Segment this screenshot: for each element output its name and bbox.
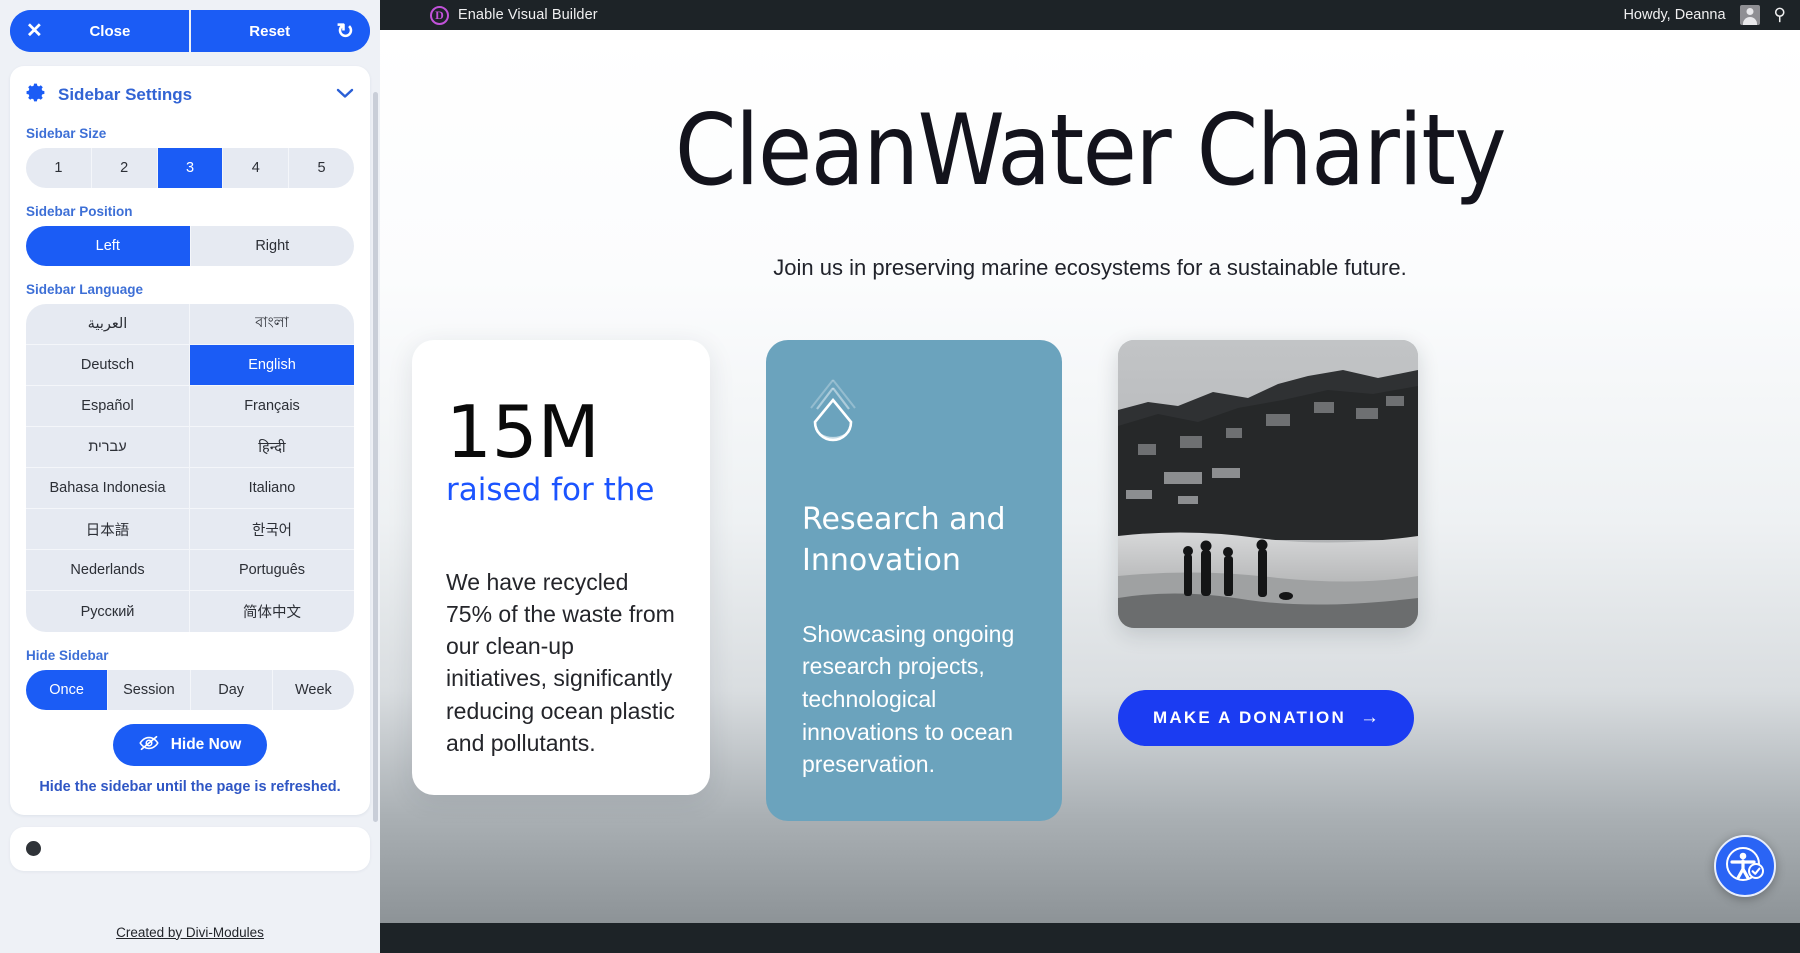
panel-scrollbar[interactable] — [373, 52, 378, 911]
language-option-12[interactable]: Nederlands — [26, 550, 190, 591]
sidebar-size-label: Sidebar Size — [26, 126, 107, 141]
accessibility-widget-button[interactable] — [1714, 835, 1776, 897]
size-option-3[interactable]: 3 — [157, 148, 224, 188]
language-option-6[interactable]: עברית — [26, 427, 190, 468]
language-option-13[interactable]: Português — [190, 550, 354, 591]
cards-row: 15M raised for the We have recycled 75% … — [380, 340, 1800, 822]
size-option-2[interactable]: 2 — [91, 148, 158, 188]
water-drop-icon — [802, 378, 1030, 459]
sidebar-size-options: 12345 — [26, 148, 354, 188]
coastline-photo — [1118, 340, 1418, 628]
scrollbar-thumb[interactable] — [373, 92, 378, 822]
divi-logo-icon: D — [430, 5, 449, 25]
hide-now-button[interactable]: Hide Now — [112, 724, 268, 766]
sidebar-position-label: Sidebar Position — [26, 204, 133, 219]
hero-subtitle: Join us in preserving marine ecosystems … — [773, 254, 1407, 280]
close-x-icon: ✕ — [26, 20, 43, 42]
make-a-donation-button[interactable]: MAKE A DONATION → — [1118, 690, 1414, 746]
gear-icon — [26, 82, 47, 108]
hide-sidebar-hint: Hide the sidebar until the page is refre… — [39, 779, 341, 795]
sidebar-position-options: Left Right — [26, 226, 354, 266]
adminbar-right-group: Howdy, Deanna ⚲ — [1623, 5, 1800, 25]
panel-scroll-area: Sidebar Settings Sidebar Size 12345 Side… — [0, 52, 380, 911]
panel-topbar: ✕ Close Reset ↻ — [0, 0, 380, 52]
close-button[interactable]: ✕ Close — [10, 10, 189, 52]
hide-option-day[interactable]: Day — [190, 670, 273, 710]
language-option-15[interactable]: 简体中文 — [190, 591, 354, 632]
page-title: CleanWater Charity — [674, 94, 1507, 208]
size-option-4[interactable]: 4 — [223, 148, 290, 188]
hide-sidebar-label: Hide Sidebar — [26, 648, 109, 663]
hide-now-wrap: Hide Now — [26, 724, 354, 766]
reset-button[interactable]: Reset ↻ — [191, 10, 370, 52]
language-option-0[interactable]: العربية — [26, 304, 190, 345]
sidebar-settings-card: Sidebar Settings Sidebar Size 12345 Side… — [10, 66, 370, 815]
position-option-left[interactable]: Left — [26, 226, 191, 266]
research-card-title: Research and Innovation — [802, 502, 1006, 579]
sidebar-language-label: Sidebar Language — [26, 282, 144, 297]
adminbar-left-group: D Enable Visual Builder — [430, 5, 598, 25]
chevron-down-icon[interactable] — [336, 86, 354, 104]
panel-footer: Created by Divi-Modules — [0, 911, 380, 953]
enable-visual-builder-link[interactable]: Enable Visual Builder — [458, 7, 598, 23]
sidebar-settings-panel: ✕ Close Reset ↻ Sidebar Settings Sidebar… — [0, 0, 380, 953]
research-card: Research and Innovation Showcasing ongoi… — [766, 340, 1062, 822]
accessibility-icon — [1726, 847, 1764, 881]
arrow-right-icon: → — [1359, 707, 1379, 728]
hide-option-session[interactable]: Session — [108, 670, 191, 710]
hide-now-label: Hide Now — [170, 736, 242, 753]
language-option-5[interactable]: Français — [190, 386, 354, 427]
avatar[interactable] — [1739, 5, 1760, 25]
language-option-7[interactable]: हिन्दी — [190, 427, 354, 468]
panel-topbar-buttons: ✕ Close Reset ↻ — [10, 10, 370, 52]
stat-card: 15M raised for the We have recycled 75% … — [412, 340, 710, 795]
created-by-link[interactable]: Created by Divi-Modules — [116, 925, 264, 940]
stat-number: 15M — [446, 390, 600, 474]
language-option-1[interactable]: বাংলা — [190, 304, 354, 345]
reset-undo-icon: ↻ — [336, 19, 354, 43]
donate-label: MAKE A DONATION — [1153, 708, 1346, 727]
reset-button-label: Reset — [249, 22, 291, 40]
language-option-9[interactable]: Italiano — [190, 468, 354, 509]
howdy-greeting[interactable]: Howdy, Deanna — [1623, 7, 1725, 23]
hide-option-once[interactable]: Once — [26, 670, 109, 710]
language-option-4[interactable]: Español — [26, 386, 190, 427]
search-icon[interactable]: ⚲ — [1774, 5, 1786, 25]
sidebar-language-options: العربية বাংলা Deutsch English Español Françai… — [26, 304, 354, 632]
language-option-11[interactable]: 한국어 — [190, 509, 354, 550]
language-option-2[interactable]: Deutsch — [26, 345, 190, 386]
settings-title: Sidebar Settings — [58, 85, 193, 104]
size-option-5[interactable]: 5 — [289, 148, 354, 188]
research-card-body: Showcasing ongoing research projects, te… — [802, 620, 1015, 778]
close-button-label: Close — [89, 22, 131, 40]
language-option-8[interactable]: Bahasa Indonesia — [26, 468, 190, 509]
size-option-1[interactable]: 1 — [26, 148, 92, 188]
stat-caption: raised for the — [446, 472, 655, 508]
hero-section: CleanWater Charity Join us in preserving… — [380, 30, 1800, 281]
language-option-10[interactable]: 日本語 — [26, 509, 190, 550]
language-option-14[interactable]: Русский — [26, 591, 190, 632]
hide-option-week[interactable]: Week — [272, 670, 354, 710]
eye-slash-icon — [139, 735, 159, 756]
position-option-right[interactable]: Right — [190, 226, 354, 266]
settings-header[interactable]: Sidebar Settings — [26, 82, 354, 108]
site-frontend: CleanWater Charity Join us in preserving… — [380, 30, 1800, 923]
collapsed-section-card[interactable] — [10, 827, 370, 871]
language-option-3[interactable]: English — [190, 345, 354, 386]
photo-column: MAKE A DONATION → — [1118, 340, 1418, 746]
stat-body-text: We have recycled 75% of the waste from o… — [446, 568, 675, 756]
hide-sidebar-options: Once Session Day Week — [26, 670, 354, 710]
